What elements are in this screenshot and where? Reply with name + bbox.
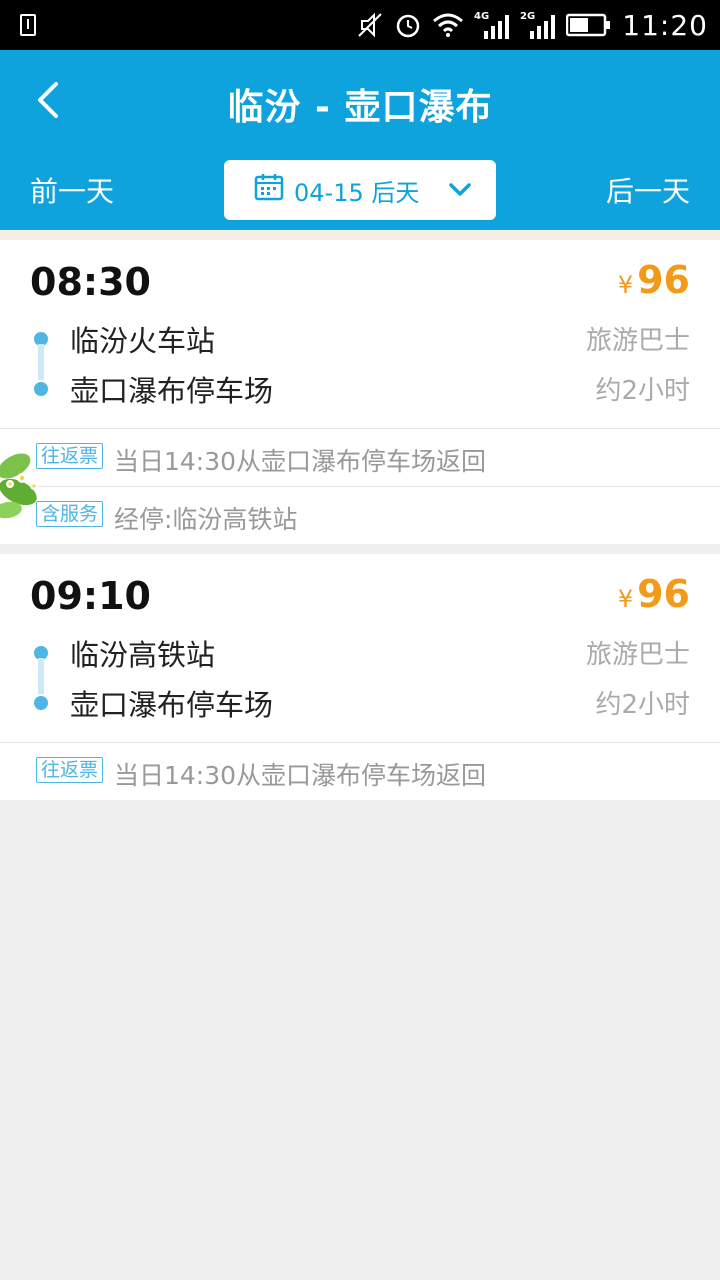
prev-day-button[interactable]: 前一天 xyxy=(30,170,114,210)
bus-type: 旅游巴士 xyxy=(585,326,690,356)
divider xyxy=(0,486,720,487)
departure-time: 09:10 xyxy=(30,574,151,618)
round-trip-info: 当日14:30从壶口瀑布停车场返回 xyxy=(114,447,487,476)
trip-card[interactable]: 08:30 ¥96 临汾火车站 壶口瀑布停车场 旅游巴士 约2小时 往返票 当日… xyxy=(0,230,720,544)
departure-time: 08:30 xyxy=(30,260,151,304)
chevron-down-icon xyxy=(448,176,472,204)
wifi-icon xyxy=(432,12,464,38)
date-picker[interactable]: 04-15 后天 xyxy=(224,160,496,220)
upload-notification-icon xyxy=(20,14,36,36)
calendar-icon xyxy=(254,173,284,207)
alarm-icon xyxy=(394,11,422,39)
page-title: 临汾 - 壶口瀑布 xyxy=(227,87,493,128)
route-line xyxy=(38,344,44,380)
battery-icon xyxy=(566,13,612,37)
round-trip-info: 当日14:30从壶口瀑布停车场返回 xyxy=(114,761,487,790)
origin-station: 临汾高铁站 xyxy=(70,638,216,672)
price-amount: 96 xyxy=(637,258,690,302)
svg-text:4G: 4G xyxy=(474,11,489,22)
route-line xyxy=(38,658,44,694)
header: 临汾 - 壶口瀑布 前一天 04-15 后天 后一天 xyxy=(0,50,720,230)
leaf-decoration-icon xyxy=(0,430,44,530)
destination-station: 壶口瀑布停车场 xyxy=(70,374,274,408)
service-info: 经停:临汾高铁站 xyxy=(114,505,298,534)
round-trip-tag: 往返票 xyxy=(36,443,104,469)
round-trip-tag: 往返票 xyxy=(36,757,104,783)
signal-2g-icon: 2G xyxy=(520,9,556,41)
price: ¥96 xyxy=(618,572,690,616)
status-time: 11:20 xyxy=(622,8,708,42)
status-bar: 4G 2G 11:20 xyxy=(0,0,720,50)
signal-4g-icon: 4G xyxy=(474,9,510,41)
duration: 约2小时 xyxy=(595,376,690,406)
divider xyxy=(0,742,720,743)
destination-dot-icon xyxy=(34,696,48,710)
card-top-strip xyxy=(0,230,720,240)
next-day-button[interactable]: 后一天 xyxy=(606,170,690,210)
currency-symbol: ¥ xyxy=(617,271,634,299)
bus-type: 旅游巴士 xyxy=(585,640,690,670)
mute-icon xyxy=(356,11,384,39)
destination-station: 壶口瀑布停车场 xyxy=(70,688,274,722)
service-tag: 含服务 xyxy=(36,501,104,527)
divider xyxy=(0,428,720,429)
trip-card[interactable]: 09:10 ¥96 临汾高铁站 壶口瀑布停车场 旅游巴士 约2小时 往返票 当日… xyxy=(0,554,720,800)
origin-station: 临汾火车站 xyxy=(70,324,216,358)
price: ¥96 xyxy=(618,258,690,302)
svg-text:2G: 2G xyxy=(520,11,535,22)
date-label: 04-15 后天 xyxy=(294,178,420,207)
currency-symbol: ¥ xyxy=(617,585,634,613)
destination-dot-icon xyxy=(34,382,48,396)
price-amount: 96 xyxy=(637,572,690,616)
duration: 约2小时 xyxy=(595,690,690,720)
